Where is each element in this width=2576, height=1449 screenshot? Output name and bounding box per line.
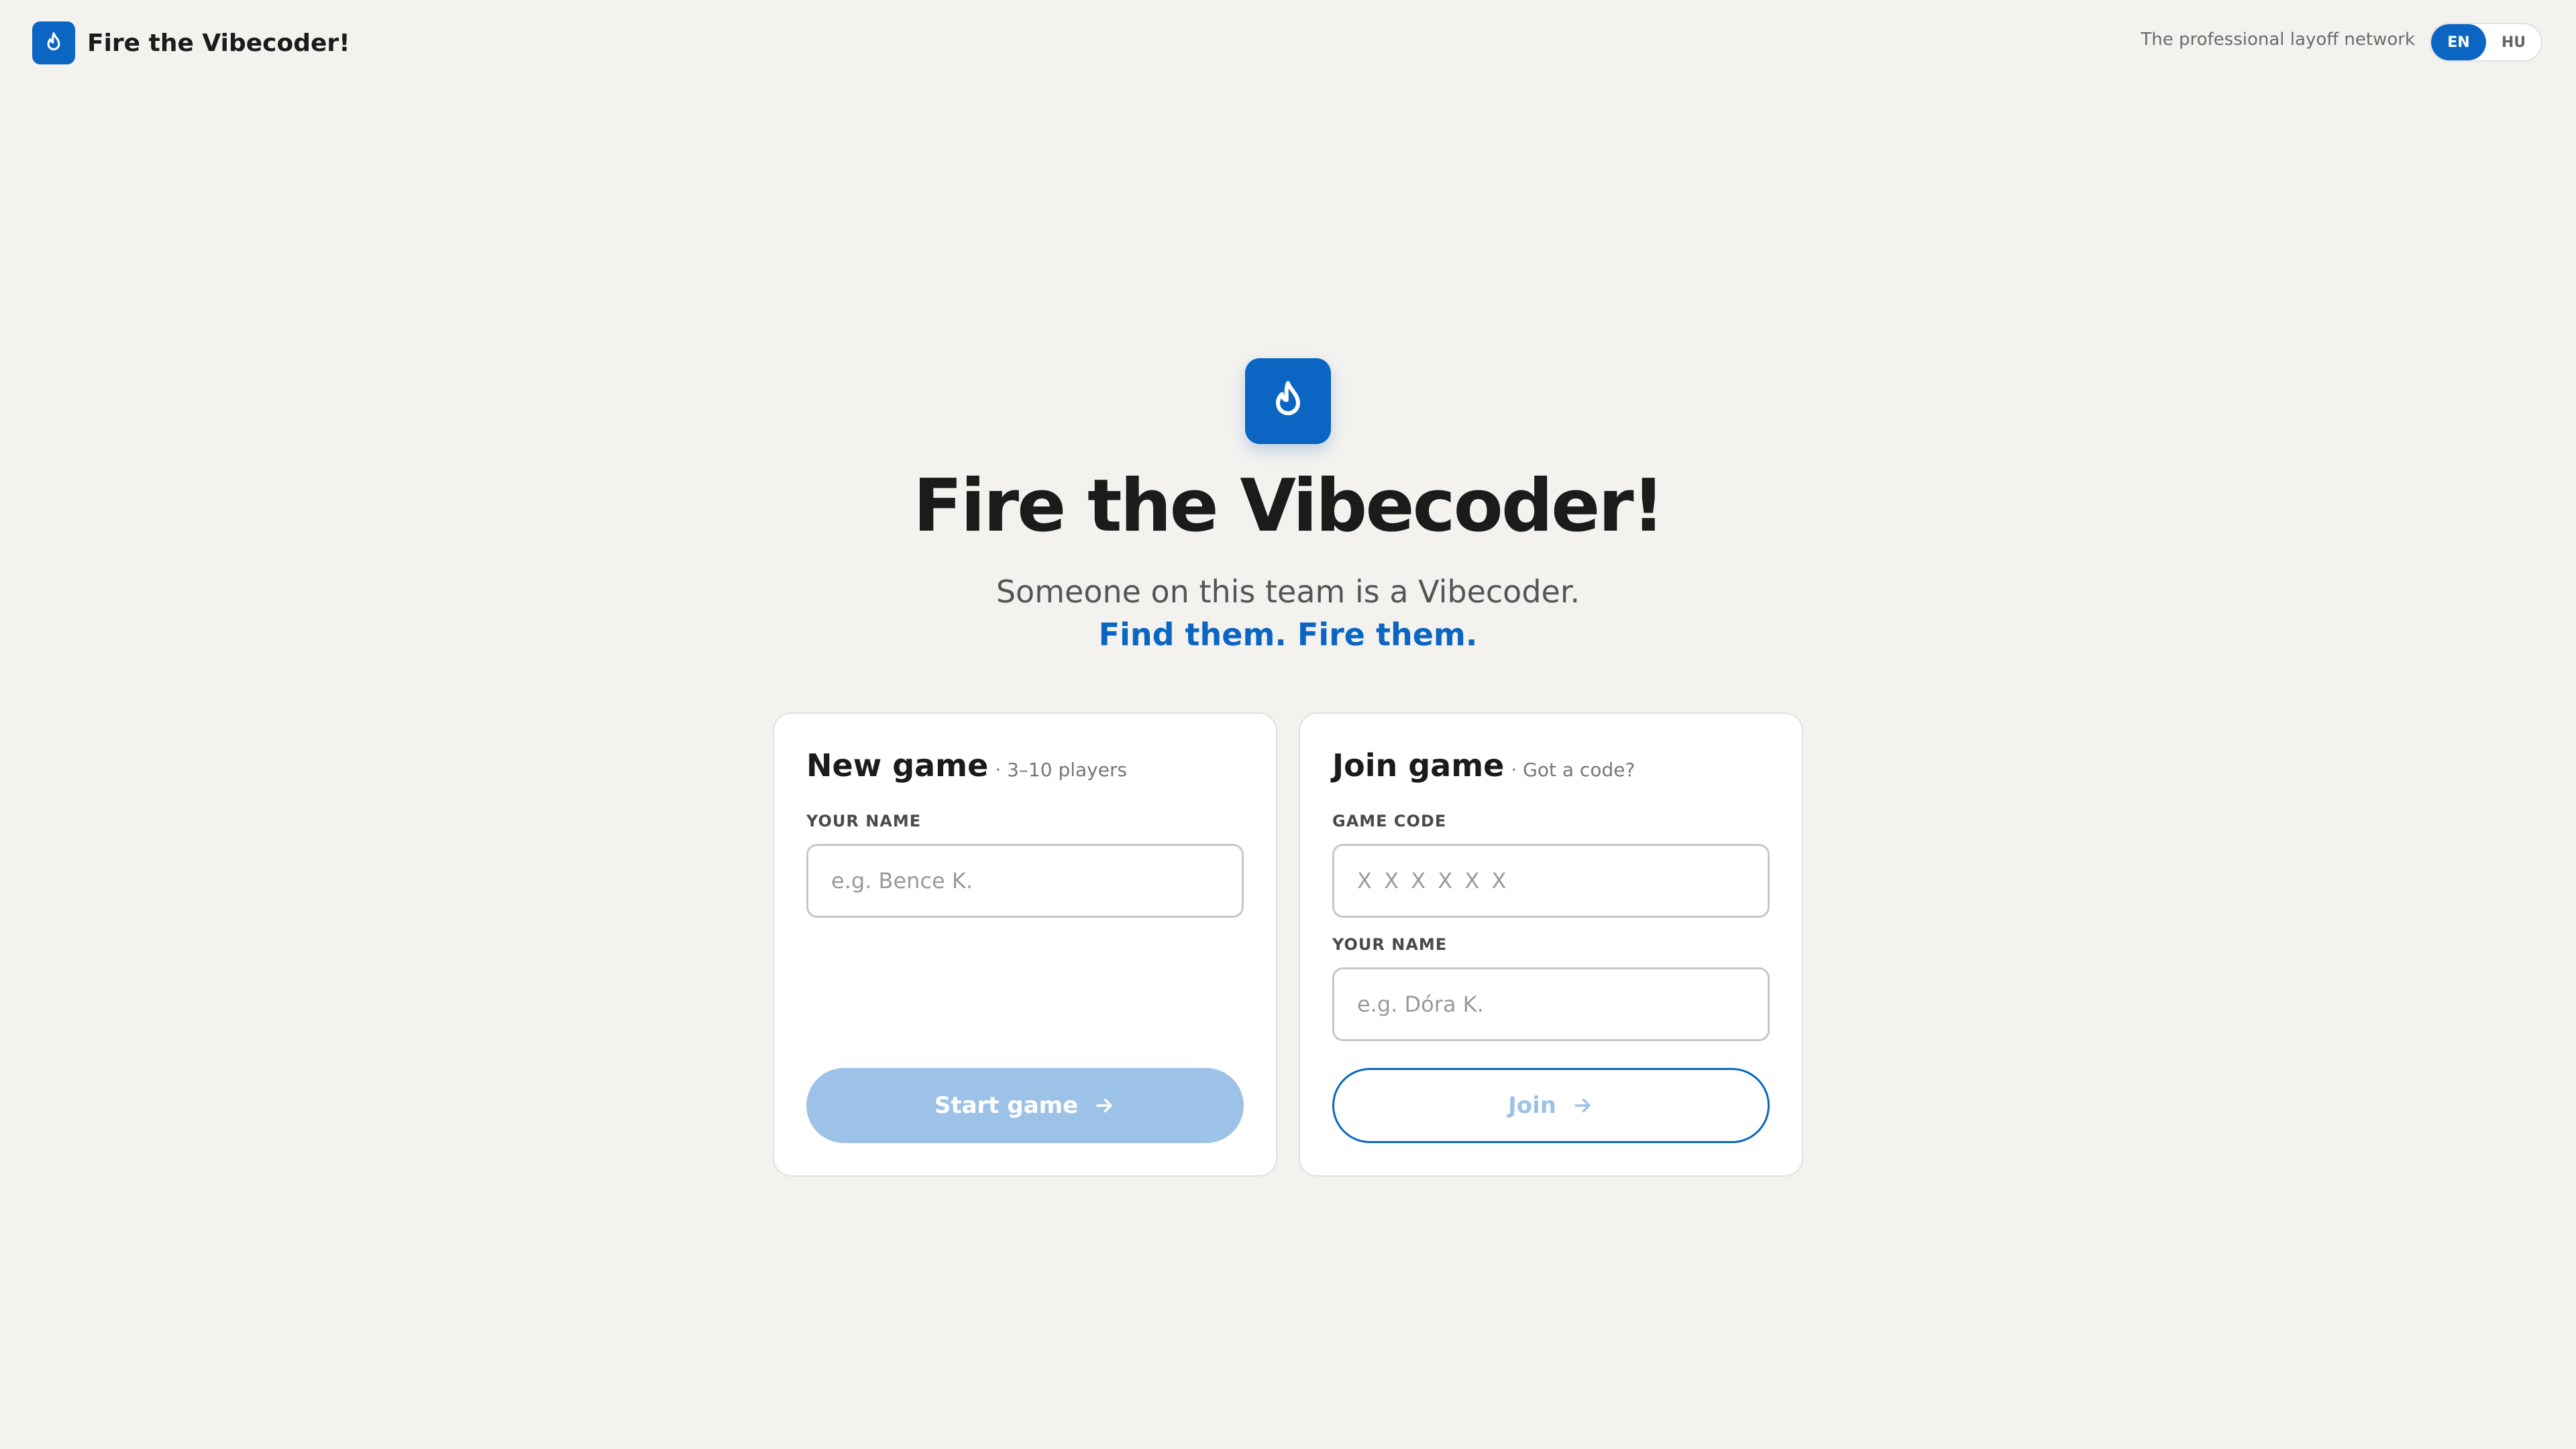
- hero-call-to-action: Find them. Fire them.: [1098, 616, 1478, 653]
- new-game-player-count: · 3–10 players: [995, 759, 1128, 781]
- top-bar: Fire the Vibecoder! The professional lay…: [0, 0, 2576, 86]
- arrow-right-icon: [1093, 1094, 1116, 1117]
- join-label: Join: [1508, 1092, 1556, 1119]
- new-game-name-label: YOUR NAME: [806, 812, 922, 830]
- brand-name: Fire the Vibecoder!: [87, 29, 350, 57]
- game-code-input[interactable]: [1332, 844, 1770, 918]
- join-game-heading: Join game · Got a code?: [1332, 747, 1635, 784]
- tagline: The professional layoff network: [2141, 30, 2415, 50]
- brand[interactable]: Fire the Vibecoder!: [32, 21, 350, 64]
- join-game-name-input[interactable]: [1332, 967, 1770, 1041]
- new-game-title: New game: [806, 747, 989, 784]
- start-game-button[interactable]: Start game: [806, 1068, 1244, 1143]
- start-game-label: Start game: [934, 1092, 1079, 1119]
- language-toggle: EN HU: [2430, 23, 2542, 62]
- new-game-name-input[interactable]: [806, 844, 1244, 918]
- new-game-heading: New game · 3–10 players: [806, 747, 1127, 784]
- hero-subtitle: Someone on this team is a Vibecoder.: [996, 574, 1580, 610]
- game-code-label: GAME CODE: [1332, 812, 1447, 830]
- join-game-name-label: YOUR NAME: [1332, 935, 1448, 954]
- join-button[interactable]: Join: [1332, 1068, 1770, 1143]
- join-game-title: Join game: [1332, 747, 1505, 784]
- join-game-card: Join game · Got a code? GAME CODE YOUR N…: [1299, 712, 1803, 1177]
- language-hu-button[interactable]: HU: [2486, 24, 2541, 60]
- new-game-card: New game · 3–10 players YOUR NAME Start …: [773, 712, 1277, 1177]
- join-game-hint: · Got a code?: [1511, 759, 1635, 781]
- flame-icon: [1245, 358, 1331, 444]
- flame-icon: [32, 21, 75, 64]
- arrow-right-icon: [1571, 1094, 1594, 1117]
- page-title: Fire the Vibecoder!: [913, 464, 1665, 548]
- language-en-button[interactable]: EN: [2431, 24, 2486, 60]
